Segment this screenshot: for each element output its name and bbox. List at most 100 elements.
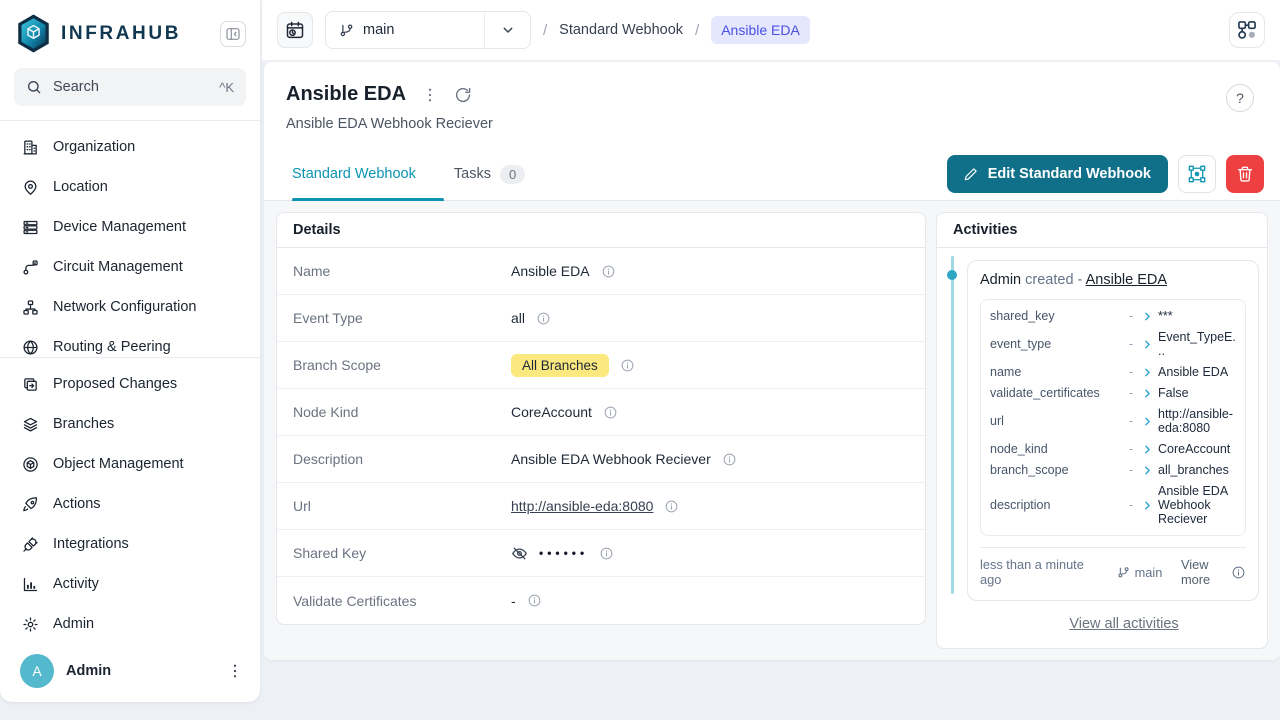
sidebar-item-label: Circuit Management bbox=[53, 259, 183, 275]
sidebar-item-label: Integrations bbox=[53, 536, 129, 552]
help-button[interactable]: ? bbox=[1226, 84, 1254, 112]
sidebar-item-label: Object Management bbox=[53, 456, 184, 472]
user-name: Admin bbox=[66, 663, 214, 679]
detail-row-validate-certificates: Validate Certificates- bbox=[277, 577, 925, 624]
tab-tasks[interactable]: Tasks 0 bbox=[454, 148, 525, 200]
change-new-value: CoreAccount bbox=[1158, 442, 1236, 456]
cube-icon bbox=[22, 456, 39, 473]
user-menu-kebab-button[interactable] bbox=[226, 662, 244, 680]
info-icon[interactable] bbox=[1231, 565, 1246, 580]
schema-icon bbox=[1236, 19, 1258, 41]
sidebar-header: INFRAHUB bbox=[0, 0, 260, 62]
sidebar-item-admin[interactable]: Admin bbox=[0, 604, 260, 644]
gear-icon bbox=[22, 616, 39, 633]
globe-icon bbox=[22, 339, 39, 356]
brand-name: INFRAHUB bbox=[61, 23, 181, 45]
activity-card: Admin created - Ansible EDA shared_key-*… bbox=[967, 260, 1259, 601]
info-icon[interactable] bbox=[527, 593, 542, 608]
info-icon[interactable] bbox=[664, 499, 679, 514]
sidebar-item-location[interactable]: Location bbox=[0, 167, 260, 207]
refresh-button[interactable] bbox=[454, 86, 472, 104]
activity-changes: shared_key-***event_type-Event_TypeE...n… bbox=[980, 299, 1246, 536]
info-icon[interactable] bbox=[603, 405, 618, 420]
change-name: validate_certificates bbox=[990, 386, 1122, 400]
activity-branch: main bbox=[1104, 565, 1175, 580]
sidebar-item-activity[interactable]: Activity bbox=[0, 564, 260, 604]
sidebar-item-integrations[interactable]: Integrations bbox=[0, 524, 260, 564]
sidebar-item-branches[interactable]: Branches bbox=[0, 404, 260, 444]
manage-groups-button[interactable] bbox=[1178, 155, 1216, 193]
info-icon[interactable] bbox=[722, 452, 737, 467]
sidebar-item-label: Activity bbox=[53, 576, 99, 592]
activity-target-link[interactable]: Ansible EDA bbox=[1086, 272, 1167, 288]
app-root: INFRAHUB Search ^K OrganizationLocationD… bbox=[0, 0, 1280, 720]
avatar: A bbox=[20, 654, 54, 688]
detail-row-description: DescriptionAnsible EDA Webhook Reciever bbox=[277, 436, 925, 483]
change-name: node_kind bbox=[990, 442, 1122, 456]
rocket-icon bbox=[22, 496, 39, 513]
search-icon bbox=[26, 79, 42, 95]
sidebar-item-routing-peering[interactable]: Routing & Peering bbox=[0, 327, 260, 357]
info-icon[interactable] bbox=[620, 358, 635, 373]
breadcrumb-ansible-eda[interactable]: Ansible EDA bbox=[711, 16, 810, 44]
branch-name: main bbox=[363, 22, 394, 38]
detail-row-event-type: Event Typeall bbox=[277, 295, 925, 342]
activity-footer: less than a minute ago main View more bbox=[980, 547, 1246, 589]
sidebar-item-organization[interactable]: Organization bbox=[0, 127, 260, 167]
chevron-right-icon bbox=[1140, 311, 1154, 322]
activity-headline: Admin created - Ansible EDA bbox=[980, 272, 1246, 288]
main-area: main / Standard Webhook / Ansible EDA An… bbox=[262, 0, 1280, 720]
change-name: shared_key bbox=[990, 309, 1122, 323]
calendar-clock-icon bbox=[285, 20, 305, 40]
branch-selector-toggle[interactable] bbox=[484, 12, 530, 48]
map-pin-icon bbox=[22, 179, 39, 196]
collapse-sidebar-button[interactable] bbox=[220, 21, 246, 47]
sidebar-item-network-configuration[interactable]: Network Configuration bbox=[0, 287, 260, 327]
info-icon[interactable] bbox=[601, 264, 616, 279]
delete-button[interactable] bbox=[1226, 155, 1264, 193]
branch-selector[interactable]: main bbox=[325, 11, 531, 49]
detail-value-text: CoreAccount bbox=[511, 404, 592, 420]
tab-standard-webhook[interactable]: Standard Webhook bbox=[292, 148, 416, 200]
search-shortcut: ^K bbox=[219, 80, 234, 95]
sidebar-item-object-management[interactable]: Object Management bbox=[0, 444, 260, 484]
info-icon[interactable] bbox=[536, 311, 551, 326]
change-old-value: - bbox=[1126, 414, 1136, 428]
detail-row-node-kind: Node KindCoreAccount bbox=[277, 389, 925, 436]
activity-branch-name: main bbox=[1135, 565, 1163, 580]
detail-value-text: Ansible EDA Webhook Reciever bbox=[511, 451, 711, 467]
detail-value-text: Ansible EDA bbox=[511, 263, 590, 279]
sidebar-item-circuit-management[interactable]: Circuit Management bbox=[0, 247, 260, 287]
activities-panel: Activities Admin created - Ansible EDA s… bbox=[936, 212, 1268, 649]
url-link[interactable]: http://ansible-eda:8080 bbox=[511, 498, 653, 514]
chevron-right-icon bbox=[1140, 500, 1154, 511]
sidebar-item-proposed-changes[interactable]: Proposed Changes bbox=[0, 364, 260, 404]
time-travel-button[interactable] bbox=[277, 12, 313, 48]
edit-standard-webhook-button[interactable]: Edit Standard Webhook bbox=[947, 155, 1168, 193]
change-old-value: - bbox=[1126, 442, 1136, 456]
sidebar-item-device-management[interactable]: Device Management bbox=[0, 207, 260, 247]
title-kebab-button[interactable] bbox=[421, 86, 439, 104]
search-input[interactable]: Search ^K bbox=[14, 68, 246, 106]
detail-label: Branch Scope bbox=[293, 357, 511, 373]
sidebar-item-label: Routing & Peering bbox=[53, 339, 171, 355]
detail-row-name: NameAnsible EDA bbox=[277, 248, 925, 295]
change-name: name bbox=[990, 365, 1122, 379]
edit-button-label: Edit Standard Webhook bbox=[988, 166, 1151, 182]
user-menu[interactable]: A Admin bbox=[0, 644, 260, 702]
breadcrumb-standard-webhook[interactable]: Standard Webhook bbox=[559, 22, 683, 38]
detail-label: Url bbox=[293, 498, 511, 514]
brand[interactable]: INFRAHUB bbox=[15, 13, 220, 54]
sidebar-nav-primary: OrganizationLocationDevice Management Cir… bbox=[0, 121, 260, 357]
change-new-value: Ansible EDA Webhook Reciever bbox=[1158, 484, 1236, 526]
details-panel-title: Details bbox=[277, 213, 925, 248]
tab-label: Standard Webhook bbox=[292, 166, 416, 182]
view-all-activities-link[interactable]: View all activities bbox=[989, 601, 1259, 648]
details-panel: Details NameAnsible EDAEvent Typeall Bran… bbox=[276, 212, 926, 625]
view-more-link[interactable]: View more bbox=[1181, 557, 1225, 587]
sidebar-item-label: Admin bbox=[53, 616, 94, 632]
sidebar-item-actions[interactable]: Actions bbox=[0, 484, 260, 524]
schema-visualizer-button[interactable] bbox=[1229, 12, 1265, 48]
info-icon[interactable] bbox=[599, 546, 614, 561]
infrahub-logo-icon bbox=[15, 13, 52, 54]
